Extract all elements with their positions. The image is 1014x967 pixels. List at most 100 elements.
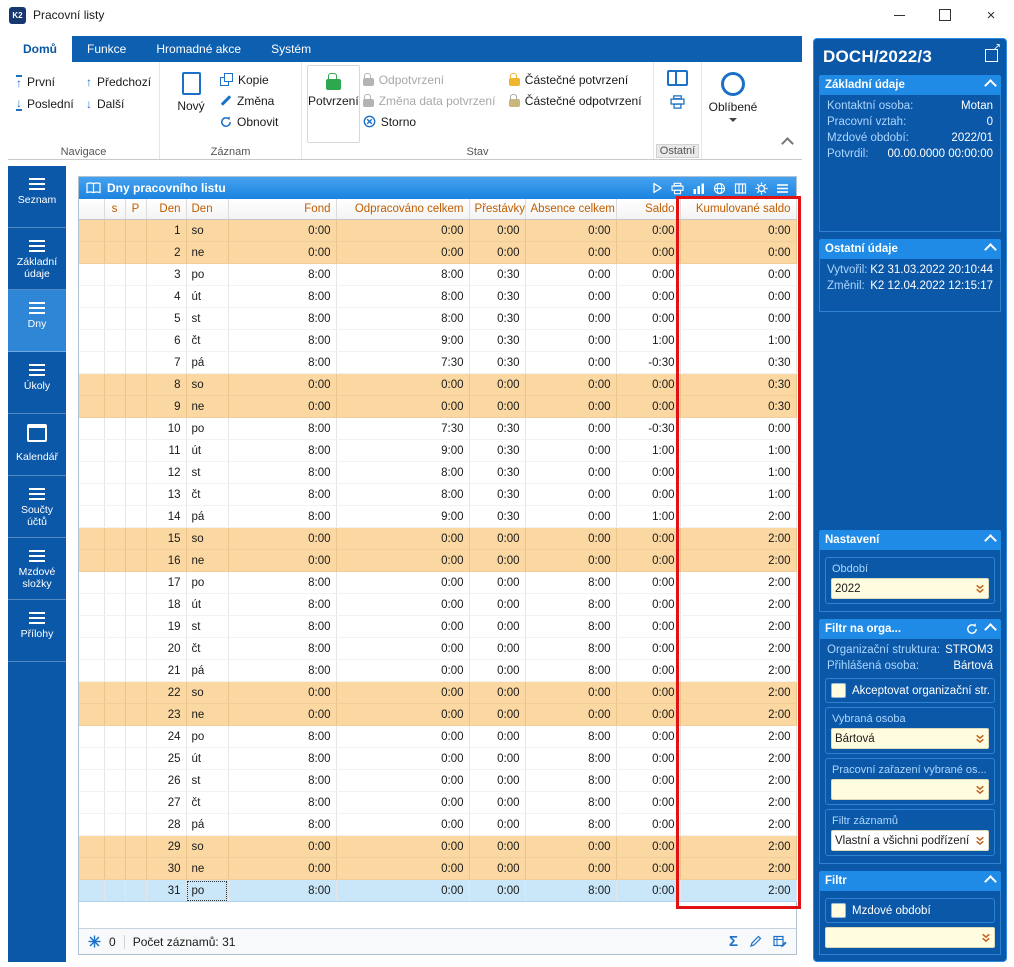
cell[interactable]: 2:00: [680, 637, 797, 660]
cell[interactable]: [79, 219, 105, 242]
cell[interactable]: 0:00: [469, 549, 526, 572]
cell[interactable]: [104, 241, 126, 264]
cell[interactable]: 0:00: [616, 461, 681, 484]
cell[interactable]: 0:00: [469, 615, 526, 638]
cell[interactable]: [125, 791, 147, 814]
cell[interactable]: [125, 593, 147, 616]
cell[interactable]: 8:00: [228, 351, 337, 374]
cancel-record-button[interactable]: Storno: [360, 111, 506, 132]
cell[interactable]: [104, 857, 126, 880]
confirm-button[interactable]: Potvrzení: [307, 65, 360, 143]
table-row[interactable]: 8 so 0:00 0:00 0:00 0:00 0:00 0:30: [79, 373, 797, 396]
cell[interactable]: 0:00: [616, 527, 681, 550]
cell[interactable]: [79, 329, 105, 352]
cell[interactable]: 1: [146, 219, 187, 242]
cell[interactable]: [79, 879, 105, 902]
cell[interactable]: [125, 835, 147, 858]
cell[interactable]: [79, 681, 105, 704]
cell[interactable]: 1:00: [680, 483, 797, 506]
cell[interactable]: 0:00: [336, 219, 470, 242]
cell[interactable]: [125, 241, 147, 264]
cell[interactable]: 1:00: [616, 329, 681, 352]
cell[interactable]: 0:00: [616, 241, 681, 264]
cell[interactable]: [104, 747, 126, 770]
cell[interactable]: 0:00: [228, 219, 337, 242]
cell[interactable]: út: [186, 747, 229, 770]
cell[interactable]: 0:00: [616, 769, 681, 792]
cell[interactable]: [125, 395, 147, 418]
cell[interactable]: 8:00: [228, 461, 337, 484]
cell[interactable]: 8:00: [336, 461, 470, 484]
cell[interactable]: [125, 857, 147, 880]
cell[interactable]: so: [186, 219, 229, 242]
cell[interactable]: ne: [186, 857, 229, 880]
cell[interactable]: 0:00: [616, 263, 681, 286]
cell[interactable]: 20: [146, 637, 187, 660]
cell[interactable]: 0:00: [336, 593, 470, 616]
cell[interactable]: 8:00: [228, 307, 337, 330]
cell[interactable]: 2:00: [680, 527, 797, 550]
cell[interactable]: [125, 615, 147, 638]
cell[interactable]: 8:00: [525, 659, 617, 682]
cell[interactable]: [104, 835, 126, 858]
table-row[interactable]: 27 čt 8:00 0:00 0:00 8:00 0:00 2:00: [79, 791, 797, 814]
cell[interactable]: [79, 659, 105, 682]
edit-pencil-icon[interactable]: [749, 935, 762, 948]
cell[interactable]: po: [186, 263, 229, 286]
cell[interactable]: 0:00: [616, 857, 681, 880]
cell[interactable]: 0:00: [336, 791, 470, 814]
cell[interactable]: 0:30: [469, 285, 526, 308]
cell[interactable]: 0:00: [469, 527, 526, 550]
table-row[interactable]: 26st 8:00 0:00 0:00 8:00 0:00 2:00: [79, 769, 797, 792]
cell[interactable]: [79, 747, 105, 770]
cell[interactable]: 1:00: [616, 439, 681, 462]
cell[interactable]: [125, 461, 147, 484]
edit-button[interactable]: Změna: [217, 90, 281, 111]
cell[interactable]: 8:00: [228, 439, 337, 462]
cell[interactable]: 0:00: [680, 263, 797, 286]
table-row[interactable]: 31 po 8:00 0:00 0:00 8:00 0:00 2:00: [79, 879, 797, 902]
column-header-prestavky[interactable]: Přestávky: [469, 199, 526, 220]
cell[interactable]: so: [186, 681, 229, 704]
table-row[interactable]: 25 út 8:00 0:00 0:00 8:00 0:00 2:00: [79, 747, 797, 770]
section-header-filtr-orga[interactable]: Filtr na orga...: [819, 619, 1001, 639]
cell[interactable]: 0:00: [336, 571, 470, 594]
tab-hromadne-akce[interactable]: Hromadné akce: [141, 36, 256, 62]
table-row[interactable]: 2 ne 0:00 0:00 0:00 0:00 0:00 0:00: [79, 241, 797, 264]
cell[interactable]: 0:00: [469, 857, 526, 880]
sidebar-item-prilohy[interactable]: Přílohy: [8, 600, 66, 662]
cell[interactable]: 1:00: [680, 439, 797, 462]
refresh-icon[interactable]: [966, 623, 978, 635]
cell[interactable]: 1:00: [680, 329, 797, 352]
cell[interactable]: 0:00: [616, 637, 681, 660]
cell[interactable]: 0:00: [616, 681, 681, 704]
cell[interactable]: 0:00: [616, 549, 681, 572]
cell[interactable]: 0:30: [469, 263, 526, 286]
column-header-fond[interactable]: Fond: [228, 199, 337, 220]
cell[interactable]: [104, 571, 126, 594]
cell[interactable]: 2: [146, 241, 187, 264]
cell[interactable]: 0:00: [616, 307, 681, 330]
cell[interactable]: 0:00: [469, 703, 526, 726]
cell[interactable]: 21: [146, 659, 187, 682]
cell[interactable]: út: [186, 593, 229, 616]
column-header-absence[interactable]: Absence celkem: [525, 199, 617, 220]
cell[interactable]: 0:00: [525, 395, 617, 418]
cell[interactable]: [104, 505, 126, 528]
cell[interactable]: 0:00: [525, 681, 617, 704]
cell[interactable]: 0:30: [469, 307, 526, 330]
table-row[interactable]: 10 po 8:00 7:30 0:30 0:00 -0:30 0:00: [79, 417, 797, 440]
cell[interactable]: 0:00: [336, 373, 470, 396]
cell[interactable]: po: [186, 725, 229, 748]
cell[interactable]: 2:00: [680, 571, 797, 594]
last-button[interactable]: ↓ Poslední: [13, 93, 83, 114]
table-row[interactable]: 18 út 8:00 0:00 0:00 8:00 0:00 2:00: [79, 593, 797, 616]
cell[interactable]: 0:00: [336, 813, 470, 836]
cell[interactable]: 27: [146, 791, 187, 814]
cell[interactable]: 8:00: [228, 483, 337, 506]
cell[interactable]: [79, 439, 105, 462]
cell[interactable]: 0:00: [680, 285, 797, 308]
cell[interactable]: 0:00: [336, 637, 470, 660]
cell[interactable]: 0:00: [336, 725, 470, 748]
previous-button[interactable]: ↑ Předchozí: [83, 71, 161, 92]
